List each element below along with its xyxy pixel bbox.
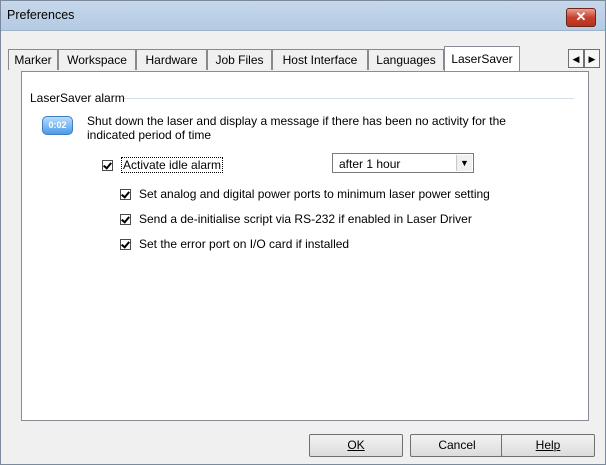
tab-workspace[interactable]: Workspace — [58, 49, 136, 70]
group-divider — [124, 98, 574, 99]
tab-hardware[interactable]: Hardware — [136, 49, 207, 70]
tab-languages[interactable]: Languages — [368, 49, 444, 70]
idle-period-value: after 1 hour — [339, 157, 401, 171]
option-error-port-label[interactable]: Set the error port on I/O card if instal… — [139, 237, 349, 251]
ok-button[interactable]: OK — [309, 434, 403, 457]
option-min-power-label[interactable]: Set analog and digital power ports to mi… — [139, 187, 490, 201]
activate-idle-alarm-label[interactable]: Activate idle alarm — [121, 157, 224, 173]
idle-period-select[interactable]: after 1 hour ▼ — [332, 153, 474, 173]
activate-idle-alarm-checkbox[interactable]: Activate idle alarm — [102, 157, 224, 173]
help-button[interactable]: Help — [501, 434, 595, 457]
close-icon: ✕ — [575, 9, 587, 24]
checkbox-icon[interactable] — [120, 213, 131, 225]
title-bar: Preferences ✕ — [1, 1, 605, 31]
tab-scroll-right-button[interactable]: ▶ — [584, 49, 600, 68]
lasersaver-panel: LaserSaver alarm 0:02 Shut down the lase… — [21, 71, 589, 421]
arrow-right-icon: ▶ — [588, 54, 596, 64]
option-error-port-checkbox[interactable]: Set the error port on I/O card if instal… — [120, 237, 349, 251]
alarm-description: Shut down the laser and display a messag… — [87, 114, 506, 142]
close-button[interactable]: ✕ — [566, 8, 596, 27]
cancel-button-label: Cancel — [438, 438, 476, 452]
window-title: Preferences — [7, 8, 75, 22]
tab-job-files[interactable]: Job Files — [207, 49, 272, 70]
group-label: LaserSaver alarm — [30, 91, 125, 105]
preferences-window: Preferences ✕ Marker Workspace Hardware … — [0, 0, 606, 465]
help-button-label: Help — [535, 438, 561, 452]
chevron-down-icon[interactable]: ▼ — [456, 155, 472, 171]
tab-marker[interactable]: Marker — [8, 49, 58, 70]
checkbox-icon[interactable] — [102, 159, 113, 171]
timer-icon: 0:02 — [42, 116, 73, 135]
checkbox-icon[interactable] — [120, 238, 131, 250]
ok-button-label: OK — [347, 438, 365, 452]
arrow-left-icon: ◀ — [572, 54, 580, 64]
tab-host-interface[interactable]: Host Interface — [272, 49, 368, 70]
tab-scroll-left-button[interactable]: ◀ — [568, 49, 584, 68]
cancel-button[interactable]: Cancel — [410, 434, 504, 457]
checkbox-icon[interactable] — [120, 188, 131, 200]
option-deinit-script-checkbox[interactable]: Send a de-initialise script via RS-232 i… — [120, 212, 472, 226]
option-deinit-script-label[interactable]: Send a de-initialise script via RS-232 i… — [139, 212, 472, 226]
option-min-power-checkbox[interactable]: Set analog and digital power ports to mi… — [120, 187, 490, 201]
tab-lasersaver[interactable]: LaserSaver — [444, 46, 520, 71]
